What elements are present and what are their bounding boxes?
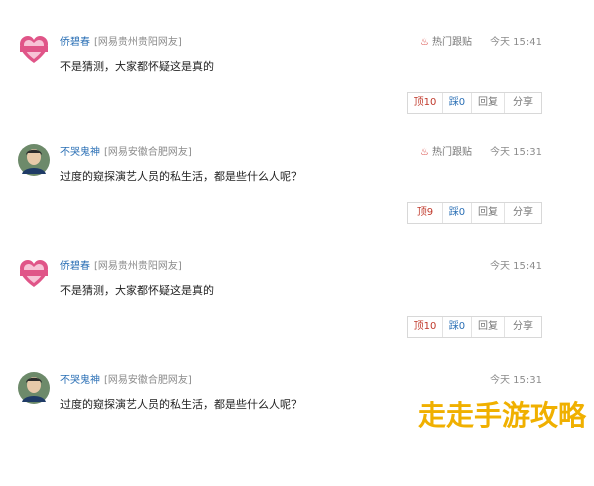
user-location: [网易安徽合肥网友] xyxy=(104,375,192,386)
hot-follow-label: ♨ 热门跟贴 xyxy=(420,37,472,49)
comment-text: 过度的窥探演艺人员的私生活，都是些什么人呢？ xyxy=(60,398,302,411)
timestamp: 今天 15:41 xyxy=(490,37,542,48)
comment-text: 不是猜测，大家都怀疑这是真的 xyxy=(60,60,214,73)
comment-text: 过度的窥探演艺人员的私生活，都是些什么人呢？ xyxy=(60,170,302,183)
flame-icon: ♨ xyxy=(420,147,429,158)
comment-item: 侨碧春 [网易贵州贵阳网友] 今天 15:41 不是猜测，大家都怀疑这是真的 顶1… xyxy=(0,258,594,372)
hot-follow-label: ♨ 热门跟贴 xyxy=(420,147,472,159)
comment-item: 不哭鬼神 [网易安徽合肥网友] ♨ 热门跟贴 今天 15:31 过度的窥探演艺人员的… xyxy=(0,144,594,258)
user-line: 侨碧春 [网易贵州贵阳网友] xyxy=(60,261,182,273)
flame-icon: ♨ xyxy=(420,37,429,48)
upvote-button[interactable]: 顶10 xyxy=(408,317,442,337)
hot-label-text: 热门跟贴 xyxy=(431,37,472,48)
user-location: [网易安徽合肥网友] xyxy=(104,147,192,158)
comment-actions: 顶9 踩0 回复 分享 xyxy=(407,202,542,224)
heart-avatar-icon[interactable] xyxy=(18,34,50,66)
reply-button[interactable]: 回复 xyxy=(471,93,504,113)
downvote-button[interactable]: 踩0 xyxy=(442,317,471,337)
comment-actions: 顶10 踩0 回复 分享 xyxy=(407,316,542,338)
reply-button[interactable]: 回复 xyxy=(471,317,504,337)
username-link[interactable]: 侨碧春 xyxy=(60,37,90,48)
timestamp: 今天 15:31 xyxy=(490,147,542,158)
watermark-logo: 走走手游攻略 xyxy=(417,399,586,432)
username-link[interactable]: 侨碧春 xyxy=(60,261,90,272)
heart-avatar-icon[interactable] xyxy=(18,258,50,290)
person-avatar-icon[interactable] xyxy=(18,372,50,404)
user-location: [网易贵州贵阳网友] xyxy=(94,37,182,48)
reply-button[interactable]: 回复 xyxy=(471,203,504,223)
user-line: 不哭鬼神 [网易安徽合肥网友] xyxy=(60,147,192,159)
comment-item: 侨碧春 [网易贵州贵阳网友] ♨ 热门跟贴 今天 15:41 不是猜测，大家都怀疑这… xyxy=(0,34,594,148)
downvote-button[interactable]: 踩0 xyxy=(442,93,471,113)
share-button[interactable]: 分享 xyxy=(504,317,541,337)
hot-label-text: 热门跟贴 xyxy=(431,147,472,158)
upvote-button[interactable]: 顶10 xyxy=(408,93,442,113)
username-link[interactable]: 不哭鬼神 xyxy=(60,147,100,158)
comment-actions: 顶10 踩0 回复 分享 xyxy=(407,92,542,114)
user-line: 不哭鬼神 [网易安徽合肥网友] xyxy=(60,375,192,387)
timestamp: 今天 15:41 xyxy=(490,261,542,272)
comment-text: 不是猜测，大家都怀疑这是真的 xyxy=(60,284,214,297)
user-location: [网易贵州贵阳网友] xyxy=(94,261,182,272)
user-line: 侨碧春 [网易贵州贵阳网友] xyxy=(60,37,182,49)
person-avatar-icon[interactable] xyxy=(18,144,50,176)
downvote-button[interactable]: 踩0 xyxy=(442,203,471,223)
username-link[interactable]: 不哭鬼神 xyxy=(60,375,100,386)
timestamp: 今天 15:31 xyxy=(490,375,542,386)
share-button[interactable]: 分享 xyxy=(504,203,541,223)
share-button[interactable]: 分享 xyxy=(504,93,541,113)
upvote-button[interactable]: 顶9 xyxy=(408,203,442,223)
